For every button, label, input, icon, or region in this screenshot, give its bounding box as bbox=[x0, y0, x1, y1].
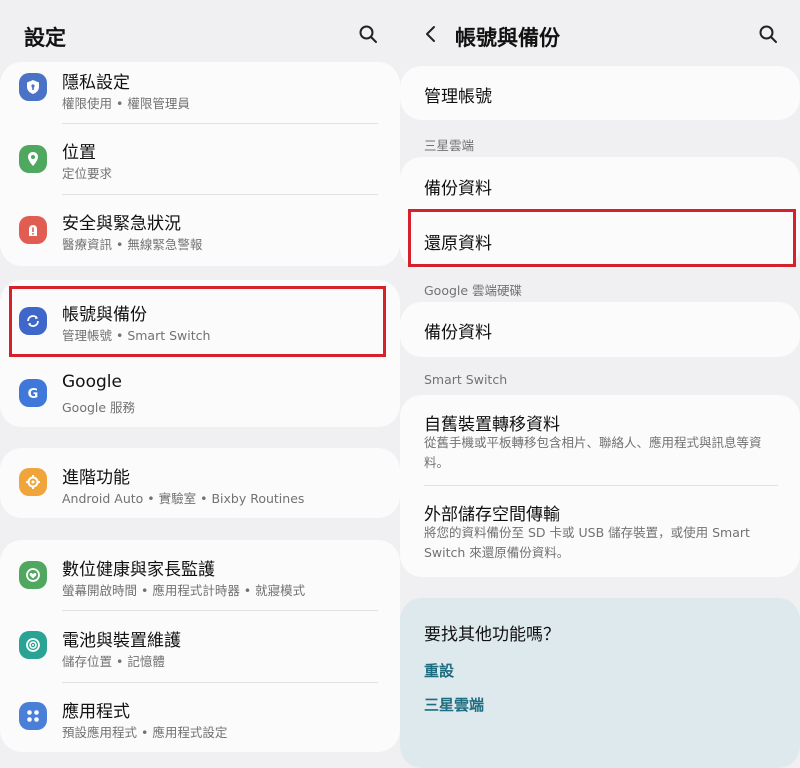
settings-item-subtitle: 儲存位置 • 記憶體 bbox=[62, 654, 165, 669]
transfer-from-old-device-item[interactable]: 自舊裝置轉移資料 從舊手機或平板轉移包含相片、聯絡人、應用程式與訊息等資料。 bbox=[400, 395, 800, 485]
settings-item-subtitle: 螢幕開啟時間 • 應用程式計時器 • 就寢模式 bbox=[62, 583, 306, 598]
page-title: 帳號與備份 bbox=[455, 26, 560, 50]
search-icon bbox=[359, 25, 377, 43]
search-button[interactable] bbox=[758, 24, 778, 44]
settings-card-accounts-group: 帳號與備份 管理帳號 • Smart Switch G Google Googl… bbox=[0, 280, 400, 427]
advanced-features-icon bbox=[19, 468, 47, 496]
settings-panel: 設定 隱私設定 權限使用 • 權限管理員 位置 定位要求 安全與緊急狀況 醫療資… bbox=[0, 0, 400, 765]
settings-item-title: 數位健康與家長監護 bbox=[62, 560, 215, 580]
looking-for-something-else-card: 要找其他功能嗎？ 重設 三星雲端 bbox=[400, 598, 800, 768]
reset-link[interactable]: 重設 bbox=[424, 660, 454, 681]
settings-item-safety-emergency[interactable]: 安全與緊急狀況 醫療資訊 • 無線緊急警報 bbox=[0, 195, 400, 266]
settings-item-apps[interactable]: 應用程式 預設應用程式 • 應用程式設定 bbox=[0, 683, 400, 752]
section-label-smart-switch: Smart Switch bbox=[424, 372, 508, 387]
settings-header: 設定 bbox=[0, 0, 400, 66]
settings-item-title: 應用程式 bbox=[62, 702, 130, 722]
page-title: 設定 bbox=[24, 26, 66, 50]
settings-item-battery-device-care[interactable]: 電池與裝置維護 儲存位置 • 記憶體 bbox=[0, 611, 400, 682]
settings-item-privacy[interactable]: 隱私設定 權限使用 • 權限管理員 bbox=[0, 62, 400, 122]
settings-item-title: 隱私設定 bbox=[62, 73, 130, 93]
settings-item-advanced-features[interactable]: 進階功能 Android Auto • 實驗室 • Bixby Routines bbox=[0, 448, 400, 518]
manage-accounts-card: 管理帳號 bbox=[400, 66, 800, 120]
sync-icon bbox=[19, 307, 47, 335]
settings-item-title: 安全與緊急狀況 bbox=[62, 214, 181, 234]
backup-data-label: 備份資料 bbox=[424, 179, 492, 199]
settings-item-subtitle: Android Auto • 實驗室 • Bixby Routines bbox=[62, 491, 305, 506]
help-title: 要找其他功能嗎？ bbox=[424, 625, 560, 645]
transfer-description: 從舊手機或平板轉移包含相片、聯絡人、應用程式與訊息等資料。 bbox=[424, 435, 762, 470]
emergency-icon bbox=[19, 216, 47, 244]
transfer-title: 自舊裝置轉移資料 bbox=[424, 415, 560, 435]
google-icon: G bbox=[19, 379, 47, 407]
back-button[interactable] bbox=[422, 24, 440, 44]
accounts-backup-header: 帳號與備份 bbox=[400, 0, 800, 66]
settings-item-title: 電池與裝置維護 bbox=[62, 631, 181, 651]
svg-text:G: G bbox=[28, 387, 39, 401]
chevron-left-icon bbox=[426, 26, 435, 42]
search-icon bbox=[759, 25, 777, 43]
manage-accounts-label: 管理帳號 bbox=[424, 87, 492, 107]
samsung-cloud-restore-item[interactable]: 還原資料 bbox=[400, 213, 800, 269]
section-label-google-drive: Google 雲端硬碟 bbox=[424, 283, 523, 298]
samsung-cloud-backup-item[interactable]: 備份資料 bbox=[400, 157, 800, 213]
settings-item-title: 進階功能 bbox=[62, 468, 130, 488]
settings-item-location[interactable]: 位置 定位要求 bbox=[0, 124, 400, 194]
settings-item-subtitle: 權限使用 • 權限管理員 bbox=[62, 96, 190, 111]
section-label-samsung-cloud: 三星雲端 bbox=[424, 138, 475, 153]
google-drive-card: 備份資料 bbox=[400, 302, 800, 357]
settings-item-subtitle: 管理帳號 • Smart Switch bbox=[62, 328, 211, 343]
google-drive-backup-item[interactable]: 備份資料 bbox=[400, 302, 800, 357]
external-storage-description: 將您的資料備份至 SD 卡或 USB 儲存裝置，或使用 Smart Switch… bbox=[424, 525, 750, 560]
smart-switch-card: 自舊裝置轉移資料 從舊手機或平板轉移包含相片、聯絡人、應用程式與訊息等資料。 外… bbox=[400, 395, 800, 577]
settings-item-subtitle: 預設應用程式 • 應用程式設定 bbox=[62, 725, 228, 740]
apps-icon bbox=[19, 702, 47, 730]
settings-item-title: 位置 bbox=[62, 143, 96, 163]
restore-data-label: 還原資料 bbox=[424, 234, 492, 254]
search-button[interactable] bbox=[358, 24, 378, 44]
settings-item-subtitle: Google 服務 bbox=[62, 400, 136, 415]
settings-item-title: Google bbox=[62, 372, 122, 392]
settings-item-subtitle: 定位要求 bbox=[62, 166, 113, 181]
backup-data-label: 備份資料 bbox=[424, 323, 492, 343]
settings-item-subtitle: 醫療資訊 • 無線緊急警報 bbox=[62, 237, 203, 252]
manage-accounts-item[interactable]: 管理帳號 bbox=[400, 66, 800, 120]
samsung-cloud-card: 備份資料 還原資料 bbox=[400, 157, 800, 269]
settings-item-google[interactable]: G Google Google 服務 bbox=[0, 354, 400, 427]
settings-card-advanced-group: 進階功能 Android Auto • 實驗室 • Bixby Routines bbox=[0, 448, 400, 518]
settings-card-privacy-group: 隱私設定 權限使用 • 權限管理員 位置 定位要求 安全與緊急狀況 醫療資訊 •… bbox=[0, 62, 400, 266]
external-storage-transfer-item[interactable]: 外部儲存空間傳輸 將您的資料備份至 SD 卡或 USB 儲存裝置，或使用 Sma… bbox=[400, 486, 800, 577]
external-storage-title: 外部儲存空間傳輸 bbox=[424, 505, 560, 525]
settings-item-digital-wellbeing[interactable]: 數位健康與家長監護 螢幕開啟時間 • 應用程式計時器 • 就寢模式 bbox=[0, 540, 400, 610]
settings-item-accounts-backup[interactable]: 帳號與備份 管理帳號 • Smart Switch bbox=[0, 280, 400, 352]
samsung-cloud-link[interactable]: 三星雲端 bbox=[424, 694, 484, 715]
device-care-icon bbox=[19, 631, 47, 659]
settings-card-wellbeing-group: 數位健康與家長監護 螢幕開啟時間 • 應用程式計時器 • 就寢模式 電池與裝置維… bbox=[0, 540, 400, 752]
wellbeing-icon bbox=[19, 561, 47, 589]
privacy-shield-icon bbox=[19, 73, 47, 101]
location-pin-icon bbox=[19, 145, 47, 173]
settings-item-title: 帳號與備份 bbox=[62, 305, 147, 325]
